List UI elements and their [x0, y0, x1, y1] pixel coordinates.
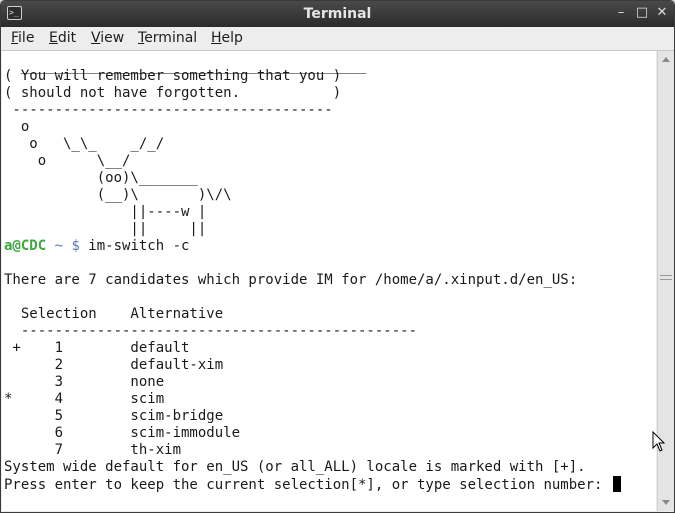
- maximize-icon[interactable]: □: [634, 5, 650, 21]
- terminal-line: o: [4, 119, 30, 135]
- prompt-path: ~ $: [46, 238, 80, 254]
- terminal-line: o \__/: [4, 153, 131, 169]
- menu-edit-accel: E: [49, 30, 58, 46]
- menu-help-label: elp: [221, 30, 243, 46]
- menu-view-accel: V: [91, 30, 101, 46]
- terminal-line: ----------------------------------------…: [4, 323, 418, 339]
- terminal-line: (oo)\_______: [4, 170, 198, 186]
- terminal-line: ( should not have forgotten. ): [4, 85, 342, 101]
- scroll-down-arrow-icon[interactable]: [662, 500, 670, 505]
- terminal-line: 3 none: [4, 374, 165, 390]
- shell-prompt-line: a@CDC ~ $ im-switch -c: [4, 238, 189, 255]
- title-bar[interactable]: >_ Terminal – □ ✕: [1, 1, 674, 27]
- menu-edit[interactable]: Edit: [49, 30, 76, 46]
- terminal-output[interactable]: ________________________________________…: [2, 51, 656, 511]
- menu-help[interactable]: Help: [211, 30, 243, 46]
- terminal-line: 2 default-xim: [4, 357, 224, 373]
- menu-file-label: ile: [18, 30, 35, 46]
- prompt-user: a@CDC: [4, 238, 47, 254]
- menu-view[interactable]: View: [91, 30, 124, 46]
- terminal-line: || ||: [4, 221, 207, 237]
- terminal-line: 6 scim-immodule: [4, 425, 241, 441]
- terminal-line: (__)\ )\/\: [4, 187, 232, 203]
- terminal-line: 5 scim-bridge: [4, 408, 224, 424]
- terminal-line: Selection Alternative: [4, 306, 224, 322]
- text-cursor: [612, 476, 621, 492]
- menu-bar: File Edit View Terminal Help: [1, 27, 674, 51]
- terminal-input-line[interactable]: Press enter to keep the current selectio…: [4, 476, 621, 493]
- terminal-line: System wide default for en_US (or all_AL…: [4, 459, 586, 475]
- close-icon[interactable]: ✕: [654, 5, 670, 21]
- terminal-window: >_ Terminal – □ ✕ File Edit View Termina…: [0, 0, 675, 513]
- terminal-line: o \_\_ _/_/: [4, 136, 165, 152]
- menu-edit-label: dit: [57, 30, 77, 46]
- window-title: Terminal: [303, 6, 372, 22]
- menu-view-label: iew: [100, 30, 125, 46]
- terminal-line: 7 th-xim: [4, 442, 182, 458]
- terminal-line: There are 7 candidates which provide IM …: [4, 272, 578, 288]
- scroll-up-arrow-icon[interactable]: [662, 57, 670, 62]
- menu-file[interactable]: File: [11, 30, 34, 46]
- prompt-command: im-switch -c: [79, 238, 190, 254]
- terminal-line: ||----w |: [4, 204, 207, 220]
- terminal-line: + 1 default: [4, 340, 190, 356]
- menu-help-accel: H: [211, 30, 222, 46]
- mouse-pointer-icon: [652, 431, 666, 452]
- scrollbar-thumb[interactable]: [660, 275, 672, 280]
- terminal-line: ( You will remember something that you ): [4, 68, 342, 84]
- menu-terminal[interactable]: Terminal: [138, 30, 197, 46]
- terminal-line: * 4 scim: [4, 391, 165, 407]
- menu-file-accel: F: [11, 30, 19, 46]
- menu-terminal-label: erminal: [144, 30, 198, 46]
- terminal-line: --------------------------------------: [4, 102, 333, 118]
- terminal-line: Press enter to keep the current selectio…: [4, 477, 611, 493]
- minimize-icon[interactable]: –: [613, 5, 629, 21]
